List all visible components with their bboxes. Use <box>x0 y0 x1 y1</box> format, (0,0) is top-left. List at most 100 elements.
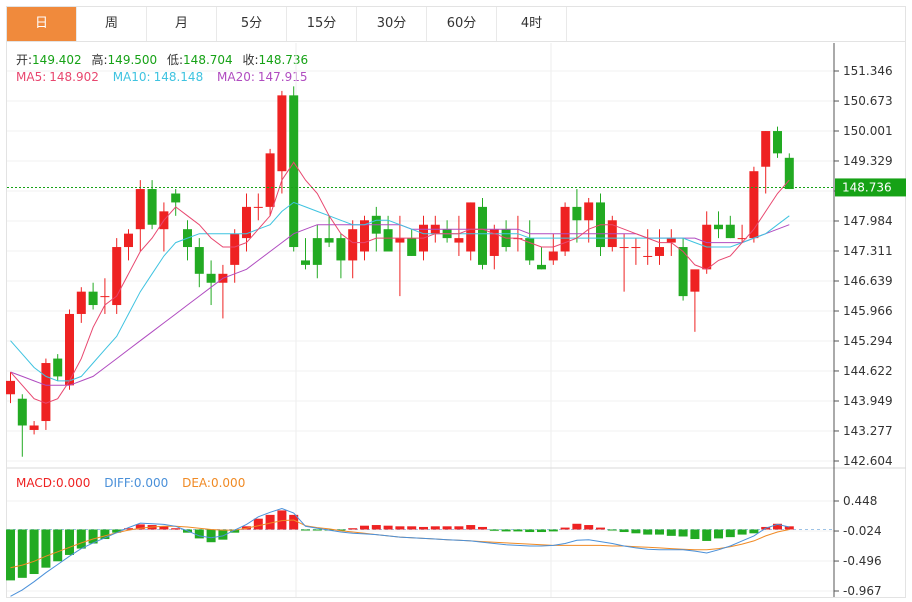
macd-bar-50 <box>596 527 605 530</box>
candle-body-21 <box>253 206 263 208</box>
candle-body-2 <box>29 425 39 430</box>
candle-body-3 <box>41 363 51 422</box>
macd-tick-label-2: -0.496 <box>843 554 882 568</box>
price-axis: 151.346150.673150.001149.329148.656147.9… <box>7 43 906 598</box>
price-tick-label-5: 147.984 <box>843 214 893 228</box>
candle-body-11 <box>135 189 145 230</box>
price-tick-label-3: 149.329 <box>843 154 893 168</box>
candle-body-17 <box>206 273 216 283</box>
candle-body-38 <box>454 238 464 243</box>
macd-bar-17 <box>206 529 216 543</box>
candle-body-25 <box>301 260 310 265</box>
candle-body-60 <box>714 224 723 230</box>
candle-body-55 <box>655 247 664 256</box>
macd-bar-21 <box>253 518 263 530</box>
ma-info: MA5: 148.902 MA10: 148.148 MA20: 147.915 <box>16 70 308 84</box>
ohlc-info: 开:149.402 高:149.500 低:148.704 收:148.736 <box>16 52 308 67</box>
macd-bar-42 <box>501 529 511 532</box>
macd-tick-label-0: 0.448 <box>843 494 877 508</box>
price-tick-label-1: 150.673 <box>843 94 893 108</box>
candle-body-23 <box>277 95 287 172</box>
macd-tick-label-3: -0.967 <box>843 584 882 598</box>
last-price-label: 148.736 <box>842 180 892 194</box>
candle-body-16 <box>194 247 204 274</box>
price-tick-label-0: 151.346 <box>843 64 893 78</box>
macd-bar-3 <box>41 529 51 568</box>
macd-bar-52 <box>619 529 629 533</box>
macd-bar-16 <box>194 529 204 539</box>
candle-body-27 <box>324 238 334 243</box>
macd-bar-1 <box>17 529 27 578</box>
price-tick-label-7: 146.639 <box>843 274 893 288</box>
macd-info: MACD:0.000 DIFF:0.000 DEA:0.000 <box>16 476 245 490</box>
price-tick-label-12: 143.277 <box>843 424 893 438</box>
candle-body-58 <box>690 269 700 292</box>
candle-body-8 <box>100 296 110 298</box>
macd-bar-44 <box>525 529 535 533</box>
macd-bar-25 <box>301 529 310 531</box>
candle-body-65 <box>773 131 782 154</box>
price-tick-label-6: 147.311 <box>843 244 893 258</box>
macd-bar-31 <box>371 525 381 530</box>
macd-bar-35 <box>419 526 428 530</box>
macd-bar-63 <box>749 529 759 534</box>
macd-bar-48 <box>572 523 582 530</box>
macd-bar-51 <box>607 529 617 531</box>
macd-bar-29 <box>348 528 358 530</box>
candle-body-14 <box>171 193 181 203</box>
candle-body-24 <box>289 95 299 248</box>
candle-body-54 <box>643 255 653 257</box>
macd-bar-43 <box>513 529 523 532</box>
macd-bar-36 <box>430 526 440 530</box>
candle-body-45 <box>537 264 546 270</box>
candle-body-52 <box>619 247 629 249</box>
candle-body-46 <box>548 251 558 261</box>
candle-body-53 <box>631 247 641 249</box>
macd-bar-6 <box>76 529 86 549</box>
macd-bar-45 <box>537 529 546 533</box>
macd-bar-53 <box>631 529 641 534</box>
macd-bar-62 <box>737 529 747 535</box>
macd-layer <box>6 507 834 597</box>
macd-bar-39 <box>466 525 476 530</box>
macd-bar-5 <box>65 529 74 555</box>
price-tick-label-11: 143.949 <box>843 394 893 408</box>
macd-bar-2 <box>29 529 39 575</box>
macd-bar-61 <box>725 529 735 538</box>
macd-bar-60 <box>714 529 723 539</box>
candle-body-63 <box>749 171 759 239</box>
candle-body-4 <box>53 358 63 377</box>
macd-bar-49 <box>584 525 594 530</box>
price-tick-label-9: 145.294 <box>843 334 893 348</box>
macd-bar-47 <box>560 527 570 530</box>
macd-bar-32 <box>383 525 393 530</box>
macd-bar-57 <box>678 529 688 537</box>
macd-bar-38 <box>454 526 464 530</box>
macd-bar-0 <box>6 529 15 581</box>
macd-bar-14 <box>171 528 181 530</box>
price-tick-label-13: 142.604 <box>843 454 893 468</box>
macd-bar-54 <box>643 529 653 535</box>
macd-bar-40 <box>478 526 487 530</box>
candle-body-47 <box>560 206 570 252</box>
macd-bar-58 <box>690 529 700 540</box>
candle-body-56 <box>666 238 676 243</box>
macd-bar-37 <box>442 526 452 530</box>
diff-line <box>10 507 790 597</box>
candle-body-10 <box>124 233 133 248</box>
grid-lines <box>7 43 906 597</box>
candle-body-6 <box>76 291 86 314</box>
candle-body-33 <box>395 238 405 243</box>
price-tick-label-10: 144.622 <box>843 364 893 378</box>
candle-body-28 <box>336 238 346 261</box>
price-tick-label-8: 145.966 <box>843 304 893 318</box>
candle-body-12 <box>147 189 157 225</box>
candle-body-0 <box>6 380 15 395</box>
macd-bar-56 <box>666 529 676 536</box>
macd-bar-30 <box>360 525 369 530</box>
macd-bar-34 <box>407 526 417 530</box>
macd-tick-label-1: -0.024 <box>843 524 882 538</box>
candle-body-49 <box>584 202 594 221</box>
candlestick-chart[interactable]: 开:149.402 高:149.500 低:148.704 收:148.736 … <box>0 0 912 602</box>
candle-body-61 <box>725 224 735 239</box>
